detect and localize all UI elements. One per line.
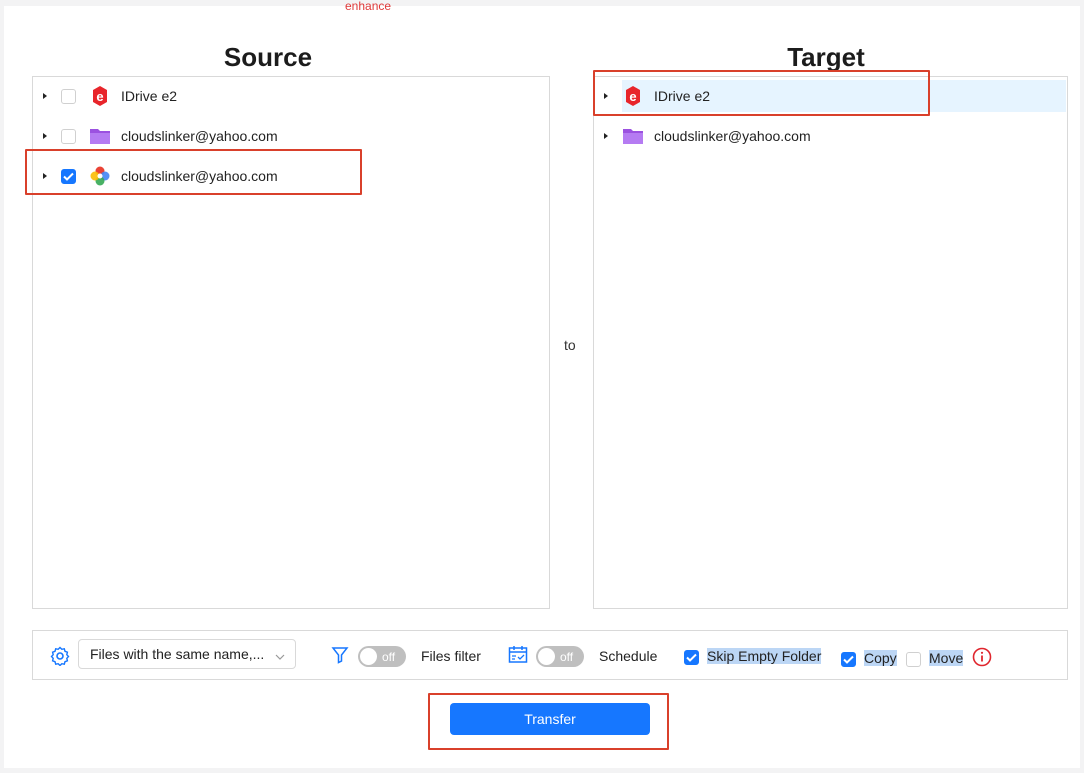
chevron-down-icon (275, 649, 285, 665)
expand-caret-icon[interactable] (604, 93, 608, 99)
toggle-knob (538, 648, 555, 665)
toggle-state: off (382, 649, 396, 664)
expand-caret-icon[interactable] (43, 173, 47, 179)
svg-text:e: e (629, 89, 636, 104)
top-note: enhance (345, 0, 392, 13)
svg-text:e: e (96, 89, 103, 104)
transfer-panel: enhance Source e IDrive e2 cloudslinker@… (4, 0, 1080, 768)
expand-caret-icon[interactable] (604, 133, 608, 139)
target-item-label: cloudslinker@yahoo.com (654, 128, 811, 144)
idrive-e2-icon: e (622, 85, 644, 107)
info-icon[interactable] (972, 647, 992, 672)
source-item-yahoo-photos[interactable]: cloudslinker@yahoo.com (43, 161, 278, 191)
move-checkbox[interactable] (906, 652, 921, 667)
source-title: Source (223, 42, 313, 72)
toggle-state: off (560, 649, 574, 664)
skip-empty-folder-checkbox[interactable] (684, 650, 699, 665)
google-photos-icon (89, 165, 111, 187)
conflict-option-value: Files with the same name,... (90, 646, 265, 662)
files-filter-toggle[interactable]: off (358, 646, 406, 667)
purple-folder-icon (89, 125, 111, 147)
move-label: Move (929, 650, 964, 666)
toggle-knob (360, 648, 377, 665)
idrive-e2-icon: e (89, 85, 111, 107)
target-item-yahoo-folder[interactable]: cloudslinker@yahoo.com (604, 121, 811, 151)
filter-icon (331, 646, 349, 669)
connector-label: to (564, 337, 576, 353)
transfer-button[interactable]: Transfer (450, 703, 650, 735)
copy-label: Copy (864, 650, 897, 666)
files-filter-label: Files filter (421, 648, 481, 664)
skip-empty-folder-label: Skip Empty Folder (707, 648, 822, 664)
source-item-label: cloudslinker@yahoo.com (121, 128, 278, 144)
source-item-yahoo-folder[interactable]: cloudslinker@yahoo.com (43, 121, 278, 151)
settings-gear-icon[interactable] (50, 646, 70, 671)
source-item-label: cloudslinker@yahoo.com (121, 168, 278, 184)
source-checkbox[interactable] (61, 88, 76, 104)
source-checkbox[interactable] (61, 128, 76, 144)
target-item-idrive[interactable]: e IDrive e2 (604, 81, 710, 111)
schedule-toggle[interactable]: off (536, 646, 584, 667)
source-checkbox-checked[interactable] (61, 168, 76, 184)
source-item-idrive[interactable]: e IDrive e2 (43, 81, 177, 111)
conflict-option-select[interactable]: Files with the same name,... (78, 639, 296, 669)
expand-caret-icon[interactable] (43, 93, 47, 99)
target-item-label: IDrive e2 (654, 88, 711, 104)
options-toolbar: Files with the same name,... off Files f… (32, 630, 1068, 680)
target-tree: e IDrive e2 cloudslinker@yahoo.com (593, 76, 1068, 609)
purple-folder-icon (622, 125, 644, 147)
copy-checkbox[interactable] (841, 652, 856, 667)
expand-caret-icon[interactable] (43, 133, 47, 139)
source-item-label: IDrive e2 (121, 88, 178, 104)
schedule-label: Schedule (599, 648, 658, 664)
schedule-calendar-icon (508, 645, 528, 670)
source-tree: e IDrive e2 cloudslinker@yahoo.com cloud… (32, 76, 550, 609)
target-title: Target (787, 42, 865, 72)
